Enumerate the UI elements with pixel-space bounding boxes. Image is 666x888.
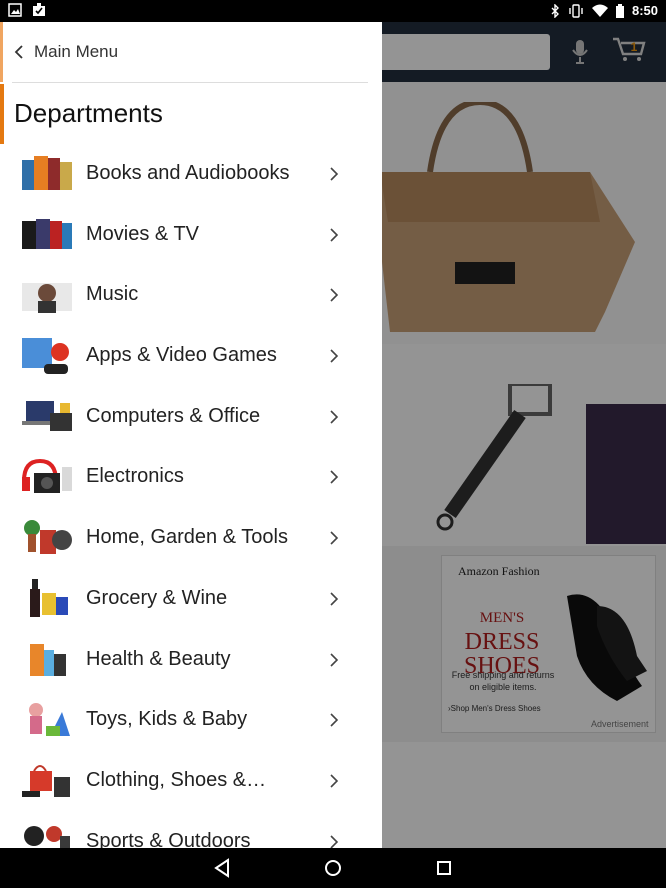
department-item-electronics[interactable]: Electronics bbox=[0, 447, 382, 508]
departments-heading: Departments bbox=[14, 98, 163, 128]
status-bar: 8:50 bbox=[0, 0, 666, 22]
department-label: Grocery & Wine bbox=[86, 586, 228, 609]
sports-thumb-icon bbox=[24, 825, 70, 848]
department-label: Apps & Video Games bbox=[86, 344, 277, 367]
chevron-right-icon bbox=[330, 167, 339, 181]
department-label: Computers & Office bbox=[86, 404, 261, 427]
department-item-books[interactable]: Books and Audiobooks bbox=[0, 144, 382, 205]
department-item-grocery[interactable]: Grocery & Wine bbox=[0, 569, 382, 630]
divider bbox=[12, 82, 368, 83]
accent-bar bbox=[0, 84, 4, 144]
department-item-toys[interactable]: Toys, Kids & Baby bbox=[0, 690, 382, 751]
chevron-right-icon bbox=[330, 834, 339, 848]
department-list: Books and Audiobooks Movies & TV Music A… bbox=[0, 144, 382, 848]
department-item-clothing[interactable]: Clothing, Shoes &… bbox=[0, 751, 382, 812]
department-item-apps[interactable]: Apps & Video Games bbox=[0, 326, 382, 387]
chevron-right-icon bbox=[330, 349, 339, 363]
chevron-right-icon bbox=[330, 531, 339, 545]
health-thumb-icon bbox=[30, 643, 66, 676]
department-label: Sports & Outdoors bbox=[86, 829, 251, 848]
music-thumb-icon bbox=[22, 283, 72, 314]
department-label: Health & Beauty bbox=[86, 647, 231, 670]
home-thumb-icon bbox=[24, 520, 72, 555]
apps-thumb-icon bbox=[22, 338, 69, 375]
department-label: Home, Garden & Tools bbox=[86, 526, 288, 549]
main-menu-label: Main Menu bbox=[34, 42, 119, 61]
department-label: Clothing, Shoes &… bbox=[86, 768, 267, 791]
accent-bar-top bbox=[0, 22, 3, 82]
download-check-icon bbox=[33, 3, 45, 16]
bluetooth-icon bbox=[551, 3, 559, 18]
clothing-thumb-icon bbox=[22, 764, 70, 797]
grocery-thumb-icon bbox=[30, 578, 68, 617]
back-icon[interactable] bbox=[210, 856, 234, 880]
clock: 8:50 bbox=[631, 3, 658, 18]
electronics-thumb-icon bbox=[22, 459, 72, 494]
movies-thumb-icon bbox=[22, 218, 72, 249]
vibrate-icon bbox=[569, 3, 583, 18]
department-item-movies[interactable]: Movies & TV bbox=[0, 205, 382, 266]
department-label: Books and Audiobooks bbox=[86, 162, 290, 184]
chevron-right-icon bbox=[330, 410, 339, 424]
department-label: Music bbox=[86, 283, 139, 306]
department-item-music[interactable]: Music bbox=[0, 265, 382, 326]
system-nav-bar bbox=[0, 848, 666, 888]
chevron-right-icon bbox=[330, 652, 339, 667]
chevron-right-icon bbox=[330, 774, 339, 788]
chevron-right-icon bbox=[330, 713, 339, 727]
books-thumb-icon bbox=[22, 156, 72, 190]
main-menu-back-button[interactable]: Main Menu bbox=[0, 22, 382, 82]
wifi-icon bbox=[591, 4, 608, 17]
battery-icon bbox=[615, 3, 624, 18]
home-icon[interactable] bbox=[321, 856, 345, 880]
recents-icon[interactable] bbox=[432, 856, 456, 880]
toys-thumb-icon bbox=[29, 703, 70, 737]
chevron-right-icon bbox=[330, 470, 339, 485]
department-item-health[interactable]: Health & Beauty bbox=[0, 630, 382, 691]
computers-thumb-icon bbox=[22, 400, 72, 431]
department-item-computers[interactable]: Computers & Office bbox=[0, 387, 382, 448]
department-label: Electronics bbox=[86, 465, 184, 488]
department-label: Movies & TV bbox=[86, 222, 199, 245]
chevron-right-icon bbox=[330, 288, 339, 302]
chevron-left-icon bbox=[14, 45, 23, 59]
department-item-home[interactable]: Home, Garden & Tools bbox=[0, 508, 382, 569]
chevron-right-icon bbox=[330, 592, 339, 606]
image-icon bbox=[8, 3, 22, 17]
nav-drawer: Main Menu Departments Books and Audioboo… bbox=[0, 22, 382, 848]
department-item-sports[interactable]: Sports & Outdoors bbox=[0, 812, 382, 848]
chevron-right-icon bbox=[330, 228, 339, 242]
department-label: Toys, Kids & Baby bbox=[86, 708, 248, 731]
